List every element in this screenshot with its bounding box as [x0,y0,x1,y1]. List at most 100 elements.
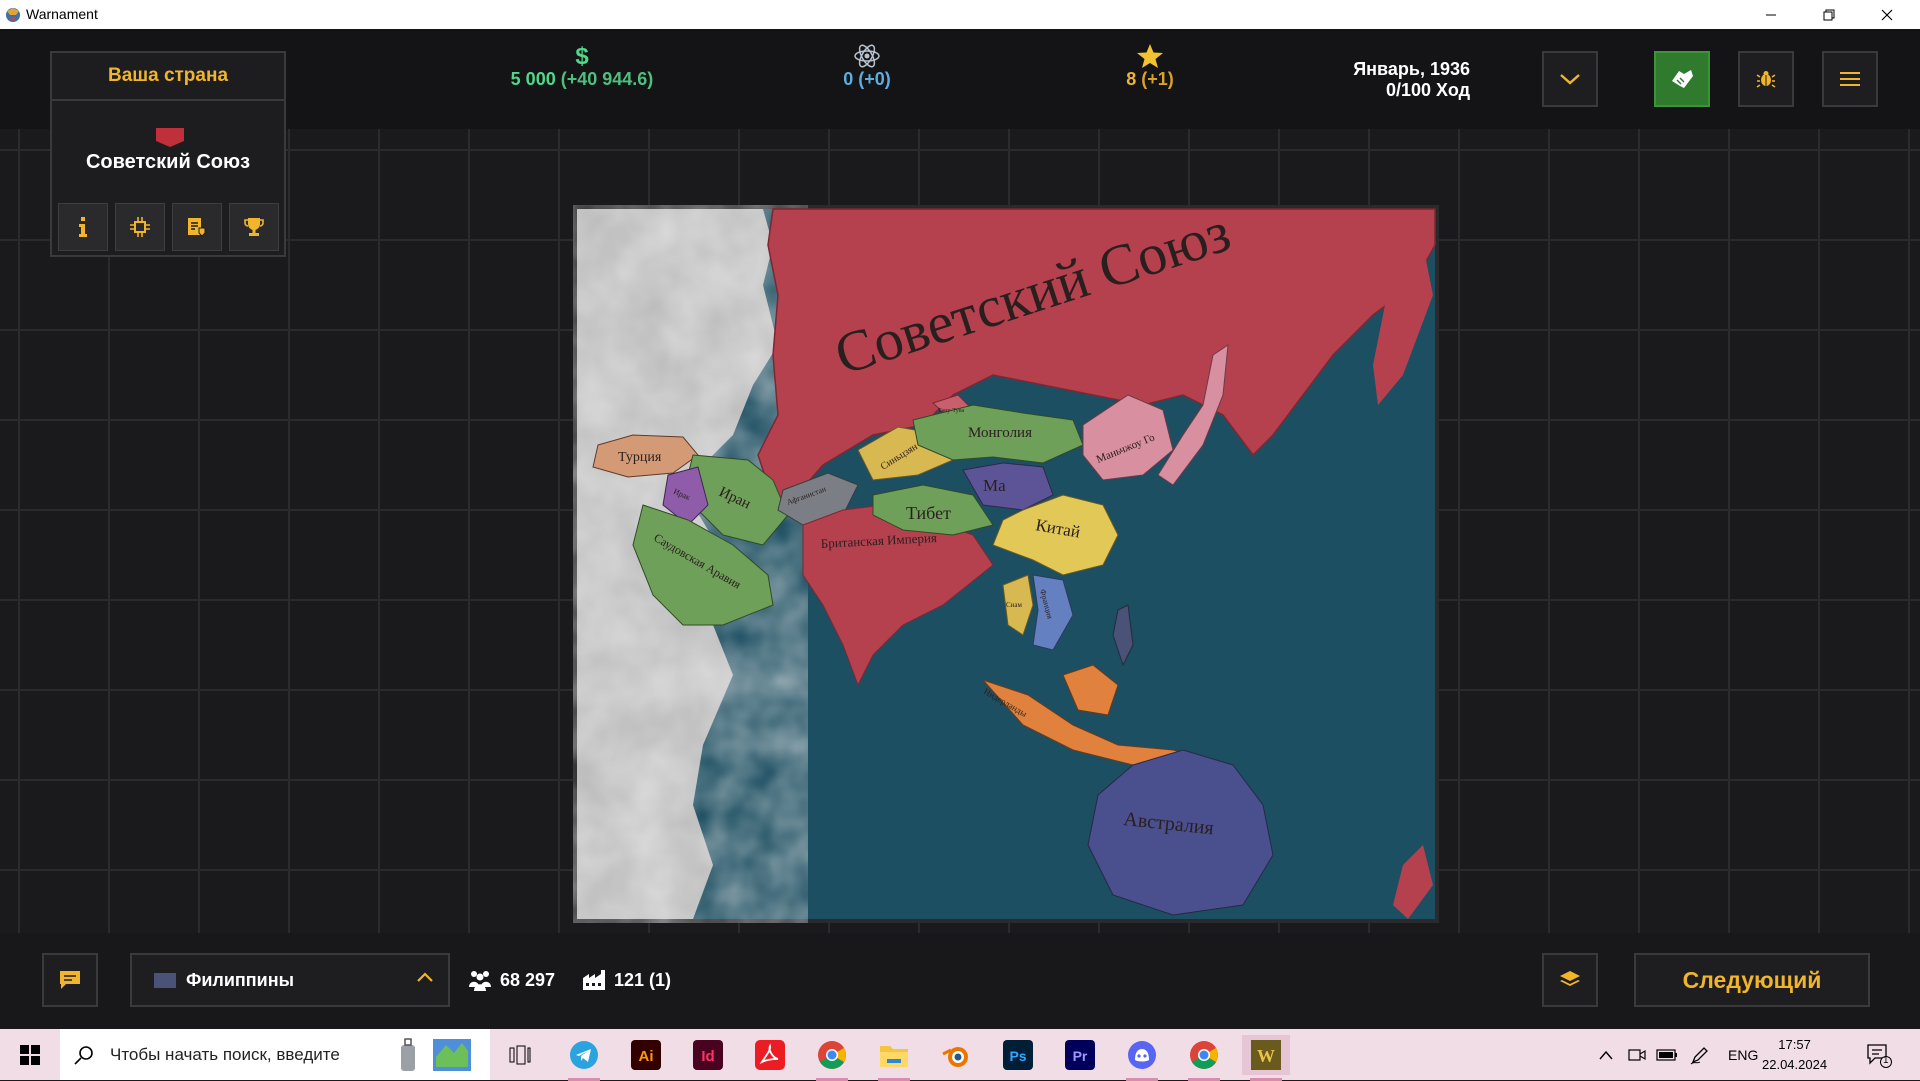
search-placeholder: Чтобы начать поиск, введите [110,1044,340,1064]
window-title: Warnament [26,6,98,22]
map-layers-button[interactable] [1542,953,1598,1007]
taskbar-clock[interactable]: 17:57 22.04.2024 [1762,1035,1827,1075]
bug-icon [1756,71,1776,88]
country-info-button[interactable] [58,203,108,251]
country-tech-button[interactable] [115,203,165,251]
expand-dropdown-button[interactable] [1542,51,1598,107]
svg-text:W: W [1257,1046,1275,1066]
current-date: Январь, 1936 [1353,59,1470,79]
factory-icon [583,970,605,990]
input-language[interactable]: ENG [1728,1029,1758,1080]
warnament-logo-icon: W [1251,1040,1281,1070]
start-button[interactable] [0,1029,60,1080]
clock-time: 17:57 [1778,1037,1811,1052]
battery-status[interactable] [1656,1029,1678,1080]
chevron-up-icon [417,972,433,982]
population-stat: 68 297 [468,969,555,991]
taskbar-app-discord[interactable] [1118,1035,1166,1081]
science-stat: 0 (+0) [800,43,934,90]
taskbar-app-blender[interactable] [932,1035,980,1075]
pen-icon [1690,1046,1708,1064]
svg-text:Pr: Pr [1073,1048,1088,1064]
photoshop-icon: Ps [1003,1040,1033,1070]
taskbar-app-telegram[interactable] [560,1035,608,1081]
main-menu-button[interactable] [1822,51,1878,107]
clock-date: 22.04.2024 [1762,1057,1828,1072]
svg-text:$: $ [575,43,589,69]
country-policy-button[interactable] [172,203,222,251]
document-shield-icon [188,218,206,237]
map-label-ma: Ма [983,476,1006,495]
taskbar-app-chrome-2[interactable] [1180,1035,1228,1081]
taskbar-search[interactable]: Чтобы начать поиск, введите [60,1029,490,1080]
chrome-icon [1190,1041,1218,1069]
world-map[interactable]: Советский Союз Монголия Турция Иран Ирак… [573,205,1439,923]
map-label-siam: Сиам [1006,601,1023,609]
dollar-icon: $ [575,43,589,69]
taskbar-app-acrobat[interactable] [746,1035,794,1075]
money-stat: $ 5 000 (+40 944.6) [490,43,674,90]
info-icon [79,217,87,237]
next-turn-button[interactable]: Следующий [1634,953,1870,1007]
taskbar-app-warnament[interactable]: W [1242,1035,1290,1081]
blender-icon [942,1047,968,1067]
task-view-icon [509,1045,531,1065]
country-selector[interactable]: Филиппины [130,953,450,1007]
chat-button[interactable] [42,953,98,1007]
diplomacy-button[interactable] [1654,51,1710,107]
svg-text:Ps: Ps [1009,1048,1026,1064]
svg-text:Ai: Ai [639,1048,654,1065]
search-icon [74,1045,93,1065]
show-hidden-icons-button[interactable] [1598,1029,1614,1080]
top-bar [0,29,1920,129]
restore-button[interactable] [1800,0,1858,29]
population-value: 68 297 [500,969,556,990]
map-label-tuva: Тану-Тува [938,408,965,414]
handshake-icon [1672,70,1693,88]
minimize-icon [1766,14,1776,15]
notifications-button[interactable]: 1 [1866,1029,1892,1080]
windows-logo-icon [20,1044,40,1065]
money-value: 5 000 [510,69,556,89]
taskbar-app-explorer[interactable] [870,1035,918,1081]
trophy-icon [244,218,264,236]
pen-menu-button[interactable] [1690,1029,1710,1080]
taskbar-app-illustrator[interactable]: Ai [622,1035,670,1075]
circuit-icon [130,217,150,237]
turn-info: Январь, 1936 0/100 Ход [1353,59,1470,101]
country-name: Советский Союз [85,151,251,173]
taskbar-app-chrome[interactable] [808,1035,856,1081]
folder-icon [880,1046,908,1067]
travel-luggage-icon [401,1038,415,1071]
bug-report-button[interactable] [1738,51,1794,107]
chrome-icon [818,1041,846,1069]
warnament-logo-icon [6,8,20,22]
meet-now-button[interactable] [1628,1029,1646,1080]
taskbar: Чтобы начать поиск, введите Ai Id Ps Pr [0,1029,1920,1081]
task-view-button[interactable] [496,1035,544,1075]
svg-text:Id: Id [701,1048,714,1065]
selected-country-name: Филиппины [186,969,294,990]
battery-icon [1656,1048,1677,1061]
country-achievements-button[interactable] [229,203,279,251]
map-label-mongolia: Монголия [968,425,1032,441]
notification-count: 1 [1883,1055,1889,1066]
telegram-icon [570,1041,598,1069]
premiere-icon: Pr [1065,1040,1095,1070]
layers-icon [1560,971,1580,986]
atom-icon [854,44,880,68]
discord-icon [1128,1041,1156,1069]
taskbar-app-premiere[interactable]: Pr [1056,1035,1104,1075]
country-flag-icon [156,128,184,147]
close-button[interactable] [1858,0,1916,29]
prestige-value: 8 [1126,69,1137,89]
money-delta: (+40 944.6) [560,69,654,89]
taskbar-app-indesign[interactable]: Id [684,1035,732,1075]
minimize-button[interactable] [1742,0,1800,29]
selected-country-flag-icon [154,972,176,988]
country-panel-header: Ваша страна [52,53,284,101]
country-panel: Ваша страна Советский Союз [50,51,286,257]
chat-icon [60,971,80,989]
taskbar-app-photoshop[interactable]: Ps [994,1035,1042,1075]
restore-icon [1823,9,1835,20]
